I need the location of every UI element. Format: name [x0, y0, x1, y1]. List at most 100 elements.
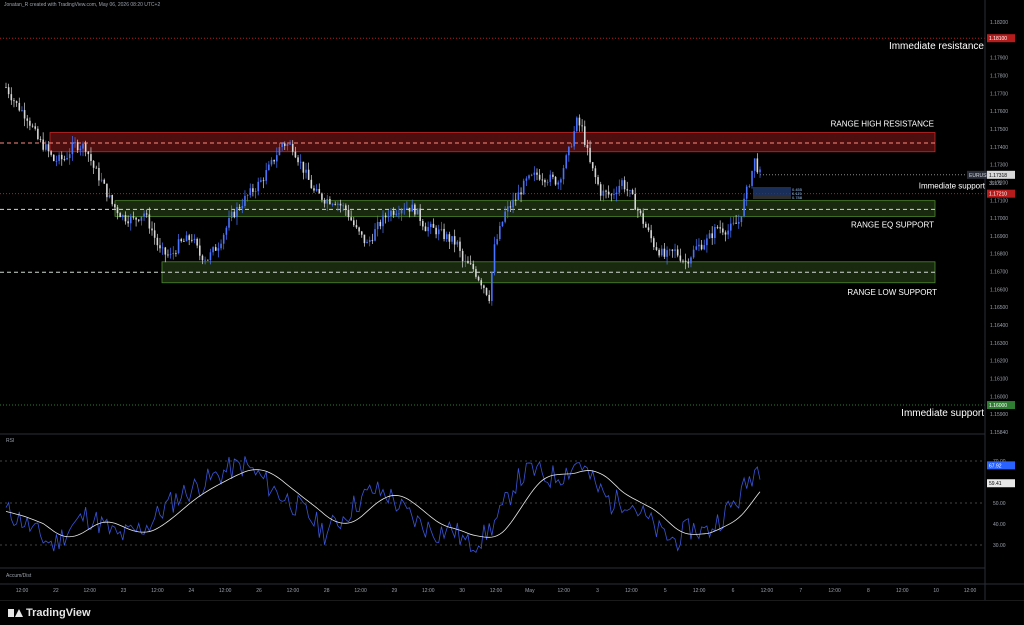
- candle-body: [682, 260, 684, 262]
- candle-body: [387, 216, 390, 218]
- candle-body: [302, 161, 305, 173]
- candle-body: [79, 148, 82, 151]
- candle-body: [690, 257, 692, 264]
- position-box-value: 0.788: [792, 195, 803, 200]
- candle-body: [278, 147, 281, 156]
- time-tick-label: 12:00: [693, 588, 706, 594]
- candle-body: [422, 220, 424, 227]
- time-tick-label: 3: [596, 588, 599, 594]
- rsi-value-tag: 67.92: [989, 463, 1002, 469]
- candle-body: [371, 240, 374, 241]
- candle-body: [645, 223, 647, 228]
- candle-body: [711, 233, 714, 239]
- candle-body: [376, 221, 379, 230]
- candle-body: [135, 217, 137, 220]
- time-tick-label: May: [525, 588, 535, 594]
- price-tick-label: 1.17400: [990, 145, 1008, 151]
- candle-body: [517, 192, 520, 201]
- price-chart[interactable]: RSI70.0050.0040.0030.00Accum/Dist 1.1820…: [0, 0, 1024, 600]
- price-tick-label: 1.16200: [990, 359, 1008, 365]
- candle-body: [687, 261, 690, 264]
- candle-body: [191, 239, 193, 241]
- candle-body: [188, 235, 190, 240]
- candle-body: [637, 209, 639, 211]
- candle-body: [124, 215, 127, 222]
- time-tick-label: 12:00: [625, 588, 638, 594]
- candle-body: [374, 229, 376, 241]
- candle-body: [329, 199, 331, 205]
- candle-body: [347, 209, 350, 218]
- candle-body: [576, 117, 578, 132]
- candle-body: [440, 228, 443, 230]
- candle-body: [84, 143, 87, 152]
- candle-body: [599, 184, 602, 196]
- candle-body: [477, 276, 480, 281]
- candle-body: [607, 191, 610, 195]
- price-tick-label: 1.17800: [990, 73, 1008, 79]
- candle-body: [167, 254, 169, 256]
- candle-body: [68, 154, 71, 159]
- time-tick-label: 12:00: [16, 588, 29, 594]
- candle-body: [199, 245, 201, 256]
- candle-body: [692, 249, 695, 258]
- candle-body: [183, 241, 185, 242]
- candle-body: [411, 204, 413, 212]
- candle-body: [639, 210, 642, 214]
- rsi-line: [5, 456, 761, 553]
- candle-body: [252, 188, 254, 192]
- candle-body: [483, 285, 485, 288]
- time-tick-label: 29: [392, 588, 398, 594]
- candle-body: [18, 102, 21, 111]
- candle-body: [623, 180, 626, 190]
- candle-body: [63, 159, 66, 161]
- candle-body: [565, 155, 567, 169]
- symbol-tag: EURUSD: [969, 173, 991, 179]
- candle-body: [140, 216, 143, 221]
- candle-body: [562, 168, 565, 180]
- immediate-support-bottom-label: Immediate support: [901, 408, 984, 419]
- candle-body: [658, 249, 660, 256]
- candle-body: [363, 234, 366, 244]
- candle-body: [751, 170, 753, 186]
- candle-body: [629, 190, 631, 191]
- candle-body: [514, 199, 517, 201]
- candle-body: [52, 154, 55, 162]
- candle-body: [95, 167, 98, 169]
- candle-body: [360, 231, 363, 235]
- candle-body: [127, 221, 129, 224]
- candle-body: [21, 110, 23, 111]
- last-price-tag: 1.17318: [989, 173, 1007, 179]
- candle-body: [552, 174, 554, 177]
- candle-body: [382, 215, 384, 227]
- candle-body: [334, 203, 337, 205]
- zone-0: [49, 132, 936, 153]
- candle-body: [737, 222, 740, 224]
- candle-body: [283, 143, 286, 146]
- candle-body: [241, 205, 244, 209]
- candle-body: [26, 118, 29, 121]
- candle-body: [39, 139, 42, 140]
- candle-body: [286, 144, 289, 146]
- candle-body: [506, 206, 509, 212]
- candle-body: [212, 247, 214, 253]
- candle-body: [204, 259, 206, 261]
- candle-body: [491, 272, 493, 301]
- candle-body: [294, 151, 297, 158]
- time-tick-label: 12:00: [964, 588, 977, 594]
- candle-body: [698, 244, 700, 247]
- time-tick-label: 24: [189, 588, 195, 594]
- range-high-label: RANGE HIGH RESISTANCE: [831, 120, 934, 129]
- candle-body: [722, 228, 724, 233]
- candle-body: [520, 192, 522, 195]
- candle-body: [196, 238, 198, 246]
- candle-body: [193, 238, 196, 241]
- accum-dist-label: Accum/Dist: [6, 573, 32, 579]
- tradingview-logo[interactable]: TradingView: [8, 607, 91, 619]
- candle-body: [605, 190, 607, 192]
- candle-body: [467, 260, 469, 264]
- candle-body: [443, 228, 445, 240]
- price-tick-label: 1.17900: [990, 56, 1008, 62]
- candle-body: [122, 215, 124, 218]
- candle-body: [305, 169, 307, 173]
- candle-body: [156, 237, 159, 246]
